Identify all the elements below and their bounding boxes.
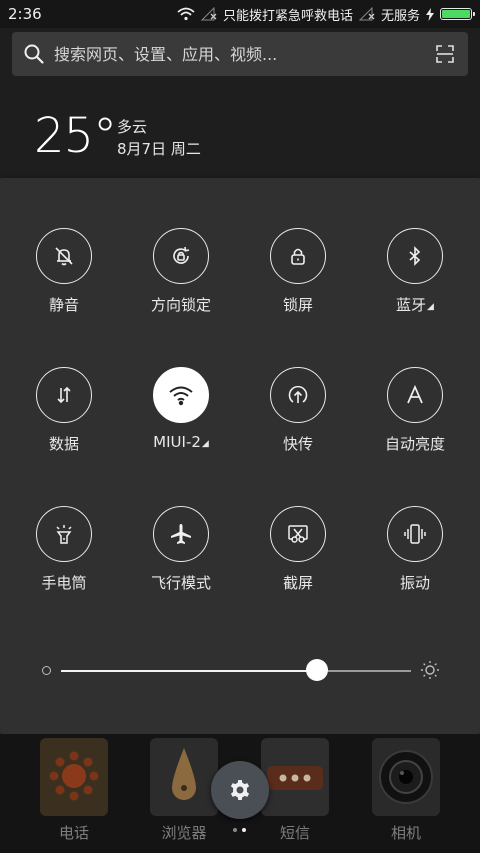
tile-mute[interactable]: 静音	[14, 228, 114, 315]
rotation-lock-toggle[interactable]	[153, 228, 209, 284]
app-label: 电话	[58, 824, 89, 842]
vibrate-toggle[interactable]	[387, 506, 443, 562]
tile-bluetooth[interactable]: 蓝牙◢	[365, 228, 465, 315]
service-status-text: 无服务	[380, 8, 420, 24]
bluetooth-icon	[409, 246, 421, 266]
airplane-toggle[interactable]	[153, 506, 209, 562]
tile-vibrate[interactable]: 振动	[365, 506, 465, 593]
tile-label: 手电筒	[41, 574, 87, 592]
weather-temperature[interactable]: 25°	[34, 110, 117, 162]
tile-label: 数据	[48, 435, 79, 453]
tile-airplane[interactable]: 飞行模式	[131, 506, 231, 593]
brightness-slider-thumb[interactable]	[305, 659, 328, 681]
tile-quick-transfer[interactable]: 快传	[248, 367, 348, 454]
flashlight-toggle[interactable]	[36, 506, 92, 562]
tile-label: 快传	[282, 435, 313, 453]
mute-toggle[interactable]	[36, 228, 92, 284]
tile-label: 锁屏	[282, 296, 313, 314]
app-camera[interactable]: 相机	[372, 738, 440, 843]
weather-condition: 多云	[117, 118, 148, 136]
browser-app-icon	[150, 738, 218, 816]
app-sms[interactable]: 短信	[261, 738, 329, 843]
bell-off-icon	[55, 247, 73, 266]
data-arrows-icon	[57, 386, 71, 404]
battery-icon	[440, 8, 475, 20]
tile-screenshot[interactable]: 截屏	[248, 506, 348, 593]
battery-level	[442, 10, 470, 18]
tile-label: 自动亮度	[384, 435, 445, 453]
bluetooth-toggle[interactable]	[387, 228, 443, 284]
auto-brightness-icon	[407, 384, 423, 404]
brightness-min-icon	[42, 666, 51, 675]
transfer-icon	[288, 385, 308, 403]
app-label: 短信	[279, 824, 310, 842]
auto-brightness-toggle[interactable]	[387, 367, 443, 423]
status-time: 2:36	[8, 5, 42, 23]
wifi-toggle[interactable]	[153, 367, 209, 423]
brightness-slider-fill	[61, 670, 317, 672]
camera-app-icon	[372, 738, 440, 816]
wifi-icon	[169, 386, 193, 406]
expand-arrow-icon: ◢	[201, 439, 209, 449]
app-phone[interactable]: 电话	[40, 738, 108, 843]
data-toggle[interactable]	[36, 367, 92, 423]
page-dot	[233, 828, 237, 832]
search-bar[interactable]	[12, 32, 468, 76]
quick-transfer-toggle[interactable]	[270, 367, 326, 423]
tile-label: 飞行模式	[150, 574, 211, 592]
sms-app-icon	[261, 738, 329, 816]
lock-screen-toggle[interactable]	[270, 228, 326, 284]
settings-button[interactable]	[211, 761, 269, 819]
scissors-icon	[288, 525, 308, 543]
screenshot-toggle[interactable]	[270, 506, 326, 562]
rotation-lock-icon	[173, 246, 190, 264]
status-bar: 2:36 只能拨打紧急呼救电话 无服务	[0, 0, 480, 28]
tile-flashlight[interactable]: 手电筒	[14, 506, 114, 593]
tile-label: 截屏	[282, 574, 313, 592]
weather-date: 8月7日 周二	[117, 140, 201, 158]
tile-data[interactable]: 数据	[14, 367, 114, 454]
tile-label: 静音	[48, 296, 79, 314]
status-right: 只能拨打紧急呼救电话 无服务	[177, 4, 475, 24]
tile-wifi[interactable]: MIUI-2◢	[131, 367, 231, 451]
brightness-max-icon	[420, 660, 440, 684]
tile-label: 方向锁定	[150, 296, 211, 314]
search-icon	[23, 43, 45, 69]
vibrate-icon	[404, 524, 426, 544]
tile-lock-screen[interactable]: 锁屏	[248, 228, 348, 315]
scan-icon[interactable]	[436, 45, 454, 67]
tile-auto-brightness[interactable]: 自动亮度	[365, 367, 465, 454]
no-signal-icon	[200, 7, 217, 21]
page-dot-current	[242, 828, 246, 832]
tile-rotation-lock[interactable]: 方向锁定	[131, 228, 231, 315]
gear-icon	[230, 780, 250, 800]
app-label: 浏览器	[161, 824, 207, 842]
wifi-status-icon	[177, 7, 195, 21]
charging-icon	[426, 7, 434, 21]
expand-arrow-icon: ◢	[427, 302, 434, 312]
airplane-icon	[171, 524, 191, 544]
app-browser[interactable]: 浏览器	[150, 738, 218, 843]
page-indicator	[233, 828, 246, 832]
tile-label: 蓝牙◢	[396, 296, 434, 314]
search-input[interactable]	[54, 32, 424, 76]
tile-label: 振动	[399, 574, 430, 592]
phone-app-icon	[40, 738, 108, 816]
no-signal-icon-2	[358, 7, 375, 21]
lock-icon	[291, 248, 305, 265]
flashlight-icon	[56, 525, 72, 544]
tile-label: MIUI-2◢	[153, 433, 209, 451]
emergency-calls-text: 只能拨打紧急呼救电话	[222, 8, 353, 24]
app-label: 相机	[390, 824, 421, 842]
quick-settings-panel: 静音 方向锁定 锁屏 蓝牙◢ 数据 MIUI-2◢ 快传 自动亮度 手电筒 飞行…	[0, 178, 480, 734]
